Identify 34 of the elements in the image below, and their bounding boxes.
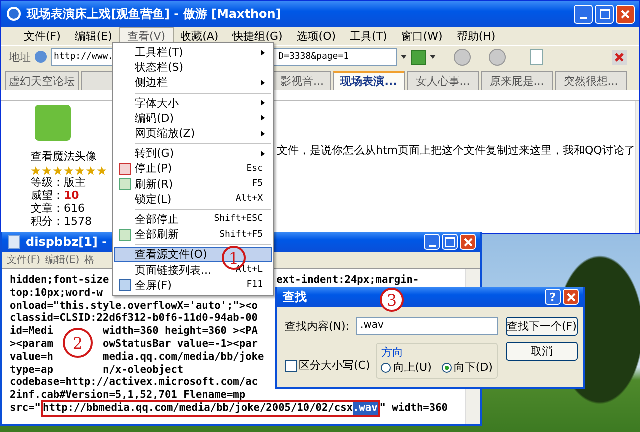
code-line: 2inf.cab#Version=5,1,52,701 Flename=mp (10, 389, 246, 402)
selected-text: .wav (352, 402, 378, 415)
code-line: classid=CLSID:22d6f312-b0f6-11d0-94ab-00 (10, 312, 258, 326)
code-line: ><param (10, 338, 54, 351)
post-text: 文件，是说你怎么从htm页面上把这个文件复制过来这里，我和QQ讨论了 (277, 144, 636, 157)
code-line: " width=360 (380, 402, 448, 416)
code-line: n/x-oleobject (103, 364, 184, 376)
code-line: codebase=http://activex.microsoft.com/ac (10, 376, 258, 390)
stat-label: 积分： (31, 215, 64, 228)
code-line: hidden;font-size (10, 274, 110, 287)
address-label: 地址 (9, 50, 31, 64)
code-line: value=h (10, 350, 54, 364)
stat-label: 等级： (31, 176, 64, 189)
stat-label: 威望： (31, 189, 64, 202)
code-line: top:10px;word-w (10, 286, 103, 300)
code-line: type=ap (10, 364, 54, 376)
code-line: ext-indent:24px;margin- (276, 274, 420, 287)
code-line: id=Medi (10, 325, 54, 338)
stat-value: 1578 (64, 215, 92, 228)
stat-label: 文章： (31, 202, 64, 215)
code-line: width=360 height=360 ><PA (103, 325, 258, 338)
code-line: src=" (10, 402, 41, 416)
dialog-title: 查找 (283, 288, 307, 306)
window-title: dispbbz[1] - (26, 235, 108, 249)
code-line: media.qq.com/media/bb/joke (103, 350, 264, 364)
code-line: owStatusBar value=-1><par (103, 338, 258, 351)
stat-value: 10 (64, 189, 80, 202)
stat-value: 版主 (64, 176, 86, 189)
window-title: 现场表演床上戏[观鱼营鱼] - 傲游 [Maxthon] (27, 6, 282, 22)
code-line: onload="this.style.overflowX='auto';"><o (10, 300, 258, 312)
find-label: 查找内容(N): (285, 318, 350, 334)
url-text: http://bbmedia.qq.com/media/bb/joke/2005/10/02/csx (43, 402, 353, 415)
stat-value: 616 (64, 202, 85, 215)
group-label: 方向 (381, 345, 404, 360)
